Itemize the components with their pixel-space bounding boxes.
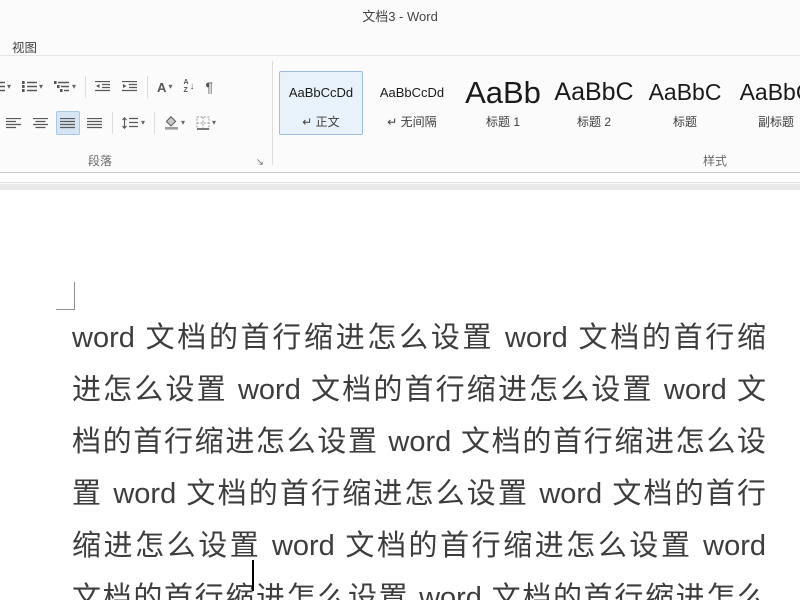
distribute-icon — [87, 118, 103, 129]
styles-group: AaBbCcDd ↵ 正文 AaBbCcDd ↵ 无间隔 AaBb 标题 1 A… — [273, 57, 800, 172]
shading-button[interactable]: ▾ — [160, 111, 189, 135]
sort-z-glyph: Z — [183, 87, 188, 95]
style-item-subtitle[interactable]: AaBbC 副标题 — [734, 71, 800, 135]
decrease-indent-button[interactable] — [91, 75, 115, 99]
style-name: 标题 1 — [486, 113, 520, 130]
paragraph-group-label: 段落 — [0, 152, 200, 169]
style-name: ↵ 无间隔 — [387, 113, 436, 130]
style-preview: AaBbCcDd — [289, 72, 353, 113]
paragraph-row-2: ▾ ▾ ▾ — [2, 111, 220, 135]
borders-icon — [196, 116, 210, 130]
style-name: 副标题 — [758, 113, 794, 130]
style-name: 标题 2 — [577, 113, 611, 130]
style-item-heading1[interactable]: AaBb 标题 1 — [461, 71, 545, 135]
bullets-button[interactable]: ▾ — [0, 75, 15, 99]
text-cursor — [252, 560, 254, 591]
style-name: ↵ 正文 — [302, 113, 339, 130]
separator — [85, 76, 86, 98]
increase-indent-icon — [122, 81, 138, 93]
margin-crop-mark — [56, 282, 75, 310]
ribbon-tab-view[interactable]: 视图 — [6, 35, 43, 58]
chevron-down-icon: ▾ — [7, 83, 11, 91]
style-item-heading2[interactable]: AaBbC 标题 2 — [552, 71, 636, 135]
document-text[interactable]: word 文档的首行缩进怎么设置 word 文档的首行缩 进怎么设置 word … — [72, 312, 766, 600]
chevron-down-icon: ▾ — [72, 83, 76, 91]
ribbon-tab-row: 视图 — [0, 30, 800, 56]
asian-layout-icon: A — [157, 81, 166, 94]
document-line[interactable]: word 文档的首行缩进怎么设置 word 文档的首行缩 — [72, 312, 766, 364]
style-item-title[interactable]: AaBbC 标题 — [643, 71, 727, 135]
paragraph-row-1: ▾ ▾ ▾ — [0, 75, 217, 99]
document-line[interactable]: 缩进怎么设置 word 文档的首行缩进怎么设置 word — [72, 520, 766, 572]
chevron-down-icon: ▾ — [168, 83, 172, 91]
distribute-button[interactable] — [83, 111, 107, 135]
multilevel-list-icon — [54, 81, 70, 93]
multilevel-list-button[interactable]: ▾ — [50, 75, 80, 99]
title-bar: 文档3 - Word — [0, 0, 800, 30]
decrease-indent-icon — [95, 81, 111, 93]
chevron-down-icon: ▾ — [141, 119, 145, 127]
borders-button[interactable]: ▾ — [192, 111, 220, 135]
document-line[interactable]: 置 word 文档的首行缩进怎么设置 word 文档的首行 — [72, 468, 766, 520]
line-spacing-button[interactable]: ▾ — [118, 111, 149, 135]
word-window: 文档3 - Word 视图 ▾ ▾ — [0, 0, 800, 600]
align-left-icon — [6, 118, 22, 129]
chevron-down-icon: ▾ — [181, 119, 185, 127]
paragraph-dialog-launcher-icon[interactable]: ↘ — [256, 157, 264, 168]
style-preview: AaBbCcDd — [380, 72, 444, 113]
style-name: 标题 — [673, 113, 697, 130]
line-spacing-icon — [122, 117, 139, 129]
ribbon: ▾ ▾ ▾ — [0, 57, 800, 173]
style-item-normal[interactable]: AaBbCcDd ↵ 正文 — [279, 71, 363, 135]
numbering-icon — [22, 81, 37, 93]
align-center-icon — [33, 118, 49, 129]
bullets-icon — [0, 81, 5, 93]
asian-layout-button[interactable]: A ▾ — [153, 75, 176, 99]
align-left-button[interactable] — [2, 111, 26, 135]
align-center-button[interactable] — [29, 111, 53, 135]
paragraph-group: ▾ ▾ ▾ — [0, 57, 272, 172]
show-marks-button[interactable]: ¶ — [202, 75, 218, 99]
style-item-no-spacing[interactable]: AaBbCcDd ↵ 无间隔 — [370, 71, 454, 135]
document-line[interactable]: 进怎么设置 word 文档的首行缩进怎么设置 word 文 — [72, 364, 766, 416]
document-page[interactable]: word 文档的首行缩进怎么设置 word 文档的首行缩 进怎么设置 word … — [0, 190, 800, 600]
separator — [154, 112, 155, 134]
document-line[interactable]: 文档的首行缩进怎么设置 word 文档的首行缩进怎么 — [72, 572, 766, 600]
chevron-down-icon: ▾ — [212, 119, 216, 127]
chevron-down-icon: ▾ — [39, 83, 43, 91]
sort-arrow-glyph: ↓ — [190, 82, 195, 92]
shading-icon — [164, 116, 179, 130]
styles-group-label: 样式 — [703, 152, 727, 169]
sort-a-glyph: A — [183, 79, 188, 87]
justify-button[interactable] — [56, 111, 80, 135]
document-area: word 文档的首行缩进怎么设置 word 文档的首行缩 进怎么设置 word … — [0, 184, 800, 600]
style-preview: AaBbC — [649, 72, 722, 113]
separator — [112, 112, 113, 134]
increase-indent-button[interactable] — [118, 75, 142, 99]
justify-icon — [60, 118, 76, 129]
document-line[interactable]: 档的首行缩进怎么设置 word 文档的首行缩进怎么设 — [72, 416, 766, 468]
style-preview: AaBbC — [740, 72, 800, 113]
show-marks-icon: ¶ — [206, 80, 214, 94]
ruler-strip — [0, 174, 800, 183]
style-preview: AaBb — [465, 72, 541, 113]
numbering-button[interactable]: ▾ — [18, 75, 47, 99]
separator — [147, 76, 148, 98]
style-preview: AaBbC — [554, 72, 633, 113]
sort-icon: A Z ↓ — [183, 79, 194, 94]
sort-button[interactable]: A Z ↓ — [179, 75, 198, 99]
window-title: 文档3 - Word — [362, 6, 438, 25]
styles-gallery: AaBbCcDd ↵ 正文 AaBbCcDd ↵ 无间隔 AaBb 标题 1 A… — [279, 71, 800, 135]
